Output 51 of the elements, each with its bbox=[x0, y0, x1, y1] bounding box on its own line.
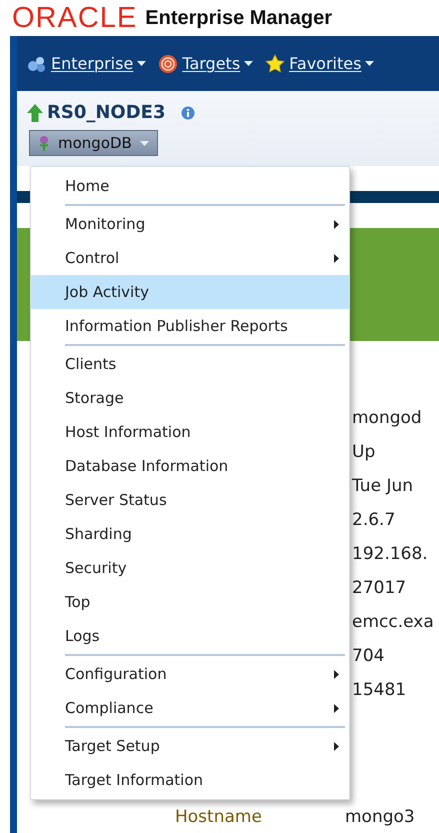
menu-item[interactable]: Database Information bbox=[31, 449, 349, 483]
menu-item[interactable]: Home bbox=[31, 169, 349, 203]
menu-item[interactable]: Security bbox=[31, 551, 349, 585]
product-title: Enterprise Manager bbox=[145, 6, 332, 31]
detail-value: Up bbox=[352, 441, 376, 464]
detail-value: Tue Jun bbox=[352, 475, 414, 498]
menu-item[interactable]: Clients bbox=[31, 347, 349, 381]
submenu-arrow-icon bbox=[334, 742, 339, 750]
submenu-arrow-icon bbox=[334, 254, 339, 262]
caret-icon bbox=[137, 61, 146, 66]
submenu-arrow-icon bbox=[334, 670, 339, 678]
nav-menu[interactable]: Targets bbox=[158, 52, 254, 76]
menu-item[interactable]: Sharding bbox=[31, 517, 349, 551]
menu-item[interactable]: Information Publisher Reports bbox=[31, 309, 349, 343]
target-type-menu[interactable]: mongoDB bbox=[29, 130, 158, 156]
menu-item[interactable]: Logs bbox=[31, 619, 349, 653]
menu-item[interactable]: Host Information bbox=[31, 415, 349, 449]
detail-value: emcc.exa bbox=[352, 611, 434, 634]
detail-value: 27017 bbox=[352, 577, 406, 600]
detail-value: 2.6.7 bbox=[352, 509, 396, 532]
up-arrow-icon bbox=[27, 104, 43, 122]
caret-icon bbox=[244, 61, 254, 66]
menu-item[interactable]: Monitoring bbox=[31, 207, 349, 241]
detail-value: mongod bbox=[352, 407, 422, 430]
submenu-arrow-icon bbox=[334, 220, 339, 228]
caret-icon bbox=[365, 61, 374, 66]
menu-item[interactable]: Server Status bbox=[31, 483, 349, 517]
caret-icon bbox=[140, 140, 149, 146]
menu-item[interactable]: Configuration bbox=[31, 657, 349, 691]
submenu-arrow-icon bbox=[334, 704, 339, 712]
target-icon bbox=[158, 54, 178, 74]
bubbles-icon bbox=[27, 54, 47, 72]
oracle-logo: ORACLE bbox=[12, 4, 138, 32]
menu-item[interactable]: Target Information bbox=[31, 763, 349, 797]
menu-item[interactable]: Job Activity bbox=[31, 275, 349, 309]
leaf-icon bbox=[38, 135, 50, 151]
menu-item[interactable]: Target Setup bbox=[31, 729, 349, 763]
field-label: Hostname bbox=[175, 806, 263, 830]
detail-value: 192.168. bbox=[352, 543, 428, 566]
star-icon bbox=[265, 54, 286, 74]
detail-value: 704 bbox=[352, 645, 384, 668]
menu-item[interactable]: Compliance bbox=[31, 691, 349, 725]
menu-item[interactable]: Top bbox=[31, 585, 349, 619]
menu-item[interactable]: Control bbox=[31, 241, 349, 275]
nav-menu[interactable]: Favorites bbox=[265, 52, 374, 76]
target-name: RS0_NODE3 bbox=[47, 101, 166, 125]
detail-value: 15481 bbox=[352, 679, 406, 702]
menu-item[interactable]: Storage bbox=[31, 381, 349, 415]
nav-menu[interactable]: Enterprise bbox=[27, 52, 146, 76]
info-icon[interactable] bbox=[181, 106, 196, 120]
field-value: mongo3 bbox=[345, 806, 415, 830]
